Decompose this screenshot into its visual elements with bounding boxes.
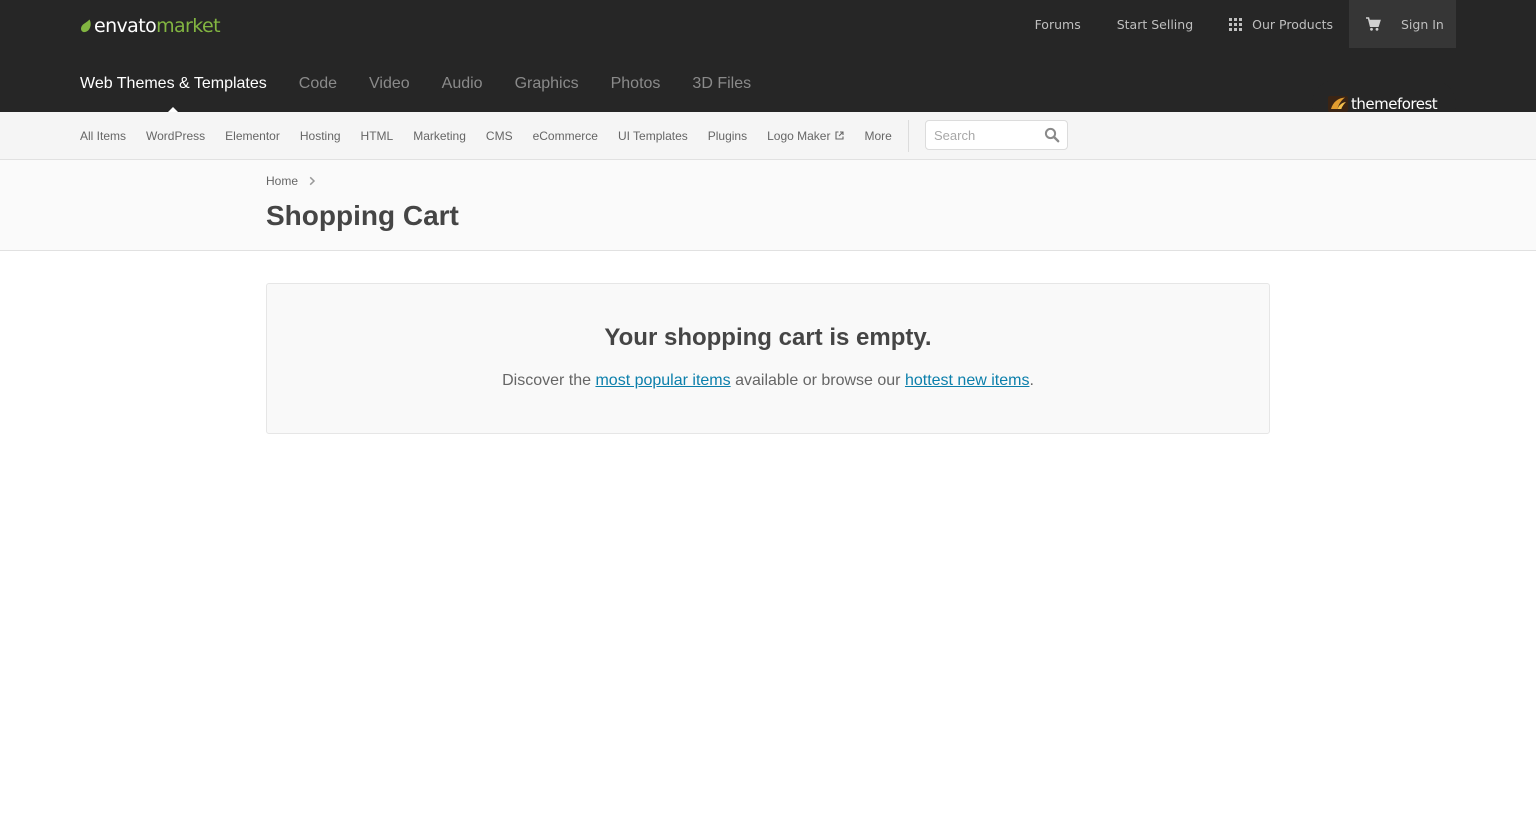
- category-nav: Web Themes & Templates Code Video Audio …: [80, 74, 783, 113]
- subnav-divider: [908, 120, 909, 152]
- most-popular-items-link[interactable]: most popular items: [595, 372, 730, 389]
- sign-in-link[interactable]: Sign In: [1401, 17, 1444, 32]
- category-photos[interactable]: Photos: [611, 75, 661, 93]
- start-selling-link[interactable]: Start Selling: [1117, 17, 1193, 32]
- subnav-elementor[interactable]: Elementor: [225, 129, 280, 143]
- category-graphics[interactable]: Graphics: [515, 75, 579, 93]
- logo-maker-label: Logo Maker: [767, 128, 831, 143]
- category-audio[interactable]: Audio: [442, 75, 483, 93]
- search-box: [925, 120, 1068, 150]
- subnav-plugins[interactable]: Plugins: [708, 129, 747, 143]
- logo-word-envato: envato: [94, 15, 157, 37]
- empty-cart-title: Your shopping cart is empty.: [604, 324, 932, 351]
- subcategory-links: All Items WordPress Elementor Hosting HT…: [80, 112, 912, 159]
- category-web-themes-templates[interactable]: Web Themes & Templates: [80, 75, 267, 113]
- top-header: envato market Forums Start Selling Our P…: [0, 0, 1536, 113]
- cart-icon[interactable]: [1365, 16, 1381, 32]
- subnav-marketing[interactable]: Marketing: [413, 129, 466, 143]
- subnav-hosting[interactable]: Hosting: [300, 129, 341, 143]
- search-input[interactable]: [934, 126, 1042, 144]
- subnav-all-items[interactable]: All Items: [80, 129, 126, 143]
- category-video[interactable]: Video: [369, 75, 410, 93]
- subcategory-bar: All Items WordPress Elementor Hosting HT…: [0, 112, 1536, 160]
- hottest-new-items-link[interactable]: hottest new items: [905, 372, 1030, 389]
- subnav-wordpress[interactable]: WordPress: [146, 129, 205, 143]
- empty-cart-panel: Your shopping cart is empty. Discover th…: [266, 283, 1270, 434]
- logo-word-market: market: [156, 15, 220, 37]
- cart-signin-box: Sign In: [1349, 0, 1456, 48]
- themeforest-label: themeforest: [1351, 95, 1438, 113]
- our-products-label: Our Products: [1252, 16, 1333, 32]
- grid-icon: [1229, 17, 1243, 31]
- message-text-middle: available or browse our: [730, 372, 905, 389]
- empty-cart-message: Discover the most popular items availabl…: [267, 372, 1269, 390]
- page-header: Home Shopping Cart: [0, 160, 1536, 251]
- subnav-html[interactable]: HTML: [361, 129, 394, 143]
- external-link-icon: [835, 131, 845, 140]
- breadcrumb-home[interactable]: Home: [266, 174, 298, 188]
- message-text-after: .: [1029, 372, 1034, 389]
- chevron-right-icon: [309, 176, 316, 186]
- subnav-cms[interactable]: CMS: [486, 129, 513, 143]
- page-title: Shopping Cart: [266, 200, 459, 231]
- envato-market-logo[interactable]: envato market: [80, 14, 221, 38]
- themeforest-icon: [1328, 96, 1348, 112]
- top-links: Forums Start Selling Our Products Sign I…: [999, 0, 1456, 48]
- subnav-logo-maker[interactable]: Logo Maker: [767, 128, 845, 143]
- our-products-link[interactable]: Our Products: [1229, 17, 1333, 32]
- subnav-ecommerce[interactable]: eCommerce: [533, 129, 598, 143]
- subnav-ui-templates[interactable]: UI Templates: [618, 129, 688, 143]
- category-code[interactable]: Code: [299, 75, 337, 93]
- message-text-before: Discover the: [502, 372, 596, 389]
- subnav-more[interactable]: More: [864, 129, 891, 143]
- search-icon[interactable]: [1044, 127, 1060, 143]
- forums-link[interactable]: Forums: [1035, 17, 1081, 32]
- envato-leaf-icon: [81, 19, 91, 33]
- category-3d-files[interactable]: 3D Files: [692, 75, 751, 93]
- breadcrumb: Home: [266, 174, 317, 188]
